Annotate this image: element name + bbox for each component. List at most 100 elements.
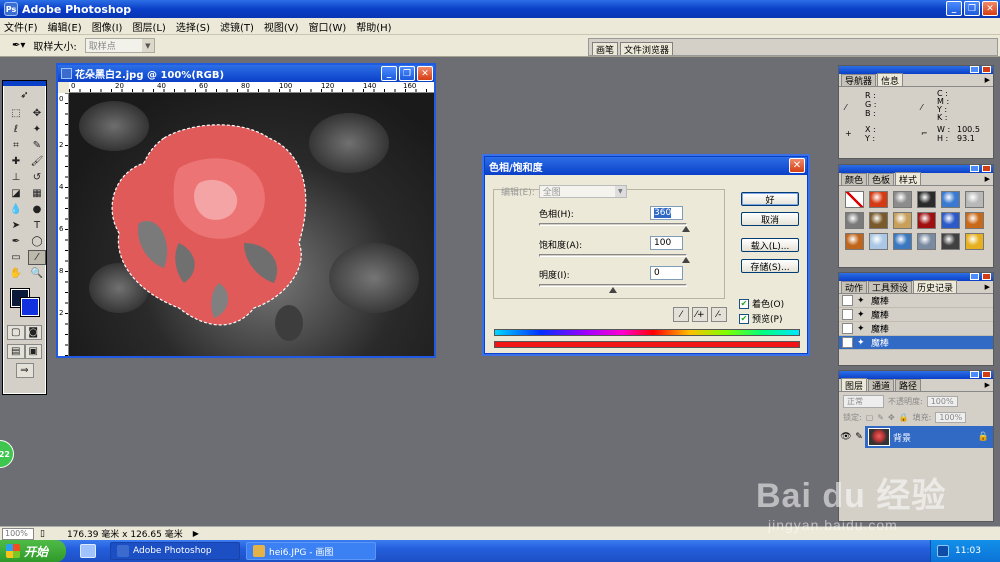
saturation-slider-track[interactable] xyxy=(539,254,690,263)
style-swatch[interactable] xyxy=(965,212,984,229)
menu-window[interactable]: 窗口(W) xyxy=(309,19,347,34)
style-swatch[interactable] xyxy=(941,191,960,208)
tab-channels[interactable]: 通道 xyxy=(868,379,895,392)
minimize-button[interactable]: _ xyxy=(946,1,962,16)
menu-filter[interactable]: 滤镜(T) xyxy=(220,19,254,34)
lightness-slider-track[interactable] xyxy=(539,284,687,293)
palette-close-icon[interactable] xyxy=(982,371,991,378)
lightness-input[interactable]: 0 xyxy=(650,266,683,280)
blur-tool-icon[interactable]: 💧 xyxy=(7,202,25,217)
sample-size-select[interactable]: 取样点 ▼ xyxy=(84,38,155,53)
tab-layers[interactable]: 图层 xyxy=(841,378,868,392)
vertical-ruler[interactable]: 0 2 4 6 8 2 xyxy=(58,93,69,356)
tab-tool-presets[interactable]: 工具预设 xyxy=(868,281,913,294)
menu-image[interactable]: 图像(I) xyxy=(92,19,123,34)
healing-brush-icon[interactable]: ✚ xyxy=(7,154,25,169)
menu-select[interactable]: 选择(S) xyxy=(176,19,210,34)
taskbar-item-paint[interactable]: hei6.JPG - 画图 xyxy=(246,542,376,560)
lock-all-icon[interactable]: 🔒 xyxy=(899,413,909,422)
screen-mode-full-icon[interactable]: ▣ xyxy=(24,344,42,359)
style-swatch[interactable] xyxy=(917,212,936,229)
style-swatch[interactable] xyxy=(893,233,912,250)
palette-minimize-icon[interactable] xyxy=(970,165,979,172)
history-state[interactable]: ✦ 魔棒 xyxy=(839,322,993,336)
background-color-swatch[interactable] xyxy=(20,297,40,317)
palette-minimize-icon[interactable] xyxy=(970,273,979,280)
standard-mode-icon[interactable]: ▢ xyxy=(7,325,25,340)
zoom-field[interactable]: 100% xyxy=(2,527,34,540)
eye-icon[interactable]: 👁 xyxy=(839,426,853,448)
shape-tool-icon[interactable]: ◯ xyxy=(28,234,46,249)
status-menu-icon[interactable]: ▶ xyxy=(193,529,199,538)
doc-minimize-button[interactable]: _ xyxy=(381,66,397,81)
adobe-feather-icon[interactable]: ➶ xyxy=(3,86,46,104)
cancel-button[interactable]: 取消 xyxy=(741,212,799,226)
crop-tool-icon[interactable]: ⌗ xyxy=(7,138,25,153)
menu-layer[interactable]: 图层(L) xyxy=(132,19,165,34)
marquee-tool-icon[interactable]: ⬚ xyxy=(7,106,25,121)
screen-mode-standard-icon[interactable]: ▤ xyxy=(7,344,25,359)
palette-close-icon[interactable] xyxy=(982,273,991,280)
pen-tool-icon[interactable]: ✒ xyxy=(7,234,25,249)
layer-row-background[interactable]: 👁 ✎ 背景 🔒 xyxy=(839,426,993,448)
tab-actions[interactable]: 动作 xyxy=(841,281,868,294)
tab-styles[interactable]: 样式 xyxy=(895,172,922,186)
tab-brushes[interactable]: 画笔 xyxy=(592,42,619,56)
palette-close-icon[interactable] xyxy=(982,165,991,172)
eraser-tool-icon[interactable]: ◪ xyxy=(7,186,25,201)
ok-button[interactable]: 好 xyxy=(741,192,799,206)
opacity-input[interactable]: 100% xyxy=(926,396,958,407)
menu-edit[interactable]: 编辑(E) xyxy=(48,19,82,34)
palette-minimize-icon[interactable] xyxy=(970,66,979,73)
palette-menu-icon[interactable]: ▶ xyxy=(985,381,990,389)
gradient-tool-icon[interactable]: ▦ xyxy=(28,186,46,201)
save-button[interactable]: 存储(S)... xyxy=(741,259,799,273)
zoom-tool-icon[interactable]: 🔍 xyxy=(28,266,46,281)
tab-info[interactable]: 信息 xyxy=(877,73,904,87)
quick-mask-icon[interactable]: ◙ xyxy=(24,325,42,340)
tab-color[interactable]: 颜色 xyxy=(841,173,868,186)
edit-select[interactable]: 全图 ▼ xyxy=(538,185,627,198)
doc-maximize-button[interactable]: ❐ xyxy=(399,66,415,81)
path-select-tool-icon[interactable]: ➤ xyxy=(7,218,25,233)
history-brush-icon[interactable]: ↺ xyxy=(28,170,46,185)
dodge-tool-icon[interactable]: ● xyxy=(28,202,46,217)
eyedropper-icon[interactable]: ⁄ xyxy=(673,307,689,322)
history-state[interactable]: ✦ 魔棒 xyxy=(839,308,993,322)
eyedropper-plus-icon[interactable]: ⁄+ xyxy=(692,307,708,322)
hue-input[interactable]: 360 xyxy=(650,206,683,220)
history-state-current[interactable]: ✦ 魔棒 xyxy=(839,336,993,350)
tab-paths[interactable]: 路径 xyxy=(895,379,922,392)
brush-link-icon[interactable]: ✎ xyxy=(853,426,865,448)
jump-to-imageready-icon[interactable]: ⇒ xyxy=(15,363,34,378)
style-swatch[interactable] xyxy=(845,191,864,208)
hand-tool-icon[interactable]: ✋ xyxy=(7,266,25,281)
style-swatch[interactable] xyxy=(941,233,960,250)
style-swatch[interactable] xyxy=(845,233,864,250)
history-source-checkbox[interactable] xyxy=(842,295,853,306)
style-swatch[interactable] xyxy=(917,233,936,250)
history-source-checkbox[interactable] xyxy=(842,323,853,334)
fill-input[interactable]: 100% xyxy=(935,412,967,423)
eyedropper-icon[interactable]: ⁄ xyxy=(28,250,46,265)
style-swatch[interactable] xyxy=(917,191,936,208)
document-titlebar[interactable]: 花朵黑白2.jpg @ 100%(RGB) _ ❐ ✕ xyxy=(58,65,434,82)
dialog-titlebar[interactable]: 色相/饱和度 ✕ xyxy=(485,157,807,175)
start-button[interactable]: 开始 xyxy=(0,540,66,562)
preview-checkbox[interactable]: ✔ 预览(P) xyxy=(739,312,782,325)
tab-history[interactable]: 历史记录 xyxy=(913,280,958,294)
hue-slider-thumb[interactable] xyxy=(682,226,690,232)
palette-minimize-icon[interactable] xyxy=(970,371,979,378)
history-source-checkbox[interactable] xyxy=(842,309,853,320)
show-desktop-icon[interactable] xyxy=(80,544,96,558)
close-button[interactable]: ✕ xyxy=(982,1,998,16)
eyedropper-minus-icon[interactable]: ⁄- xyxy=(711,307,727,322)
eyedropper-tool-icon[interactable]: ✒▾ xyxy=(12,40,25,51)
style-swatch[interactable] xyxy=(941,212,960,229)
move-tool-icon[interactable]: ✥ xyxy=(28,106,46,121)
notes-tool-icon[interactable]: ▭ xyxy=(7,250,25,265)
style-swatch[interactable] xyxy=(869,212,888,229)
doc-close-button[interactable]: ✕ xyxy=(417,66,433,81)
menu-file[interactable]: 文件(F) xyxy=(4,19,38,34)
tab-file-browser[interactable]: 文件浏览器 xyxy=(620,42,674,56)
